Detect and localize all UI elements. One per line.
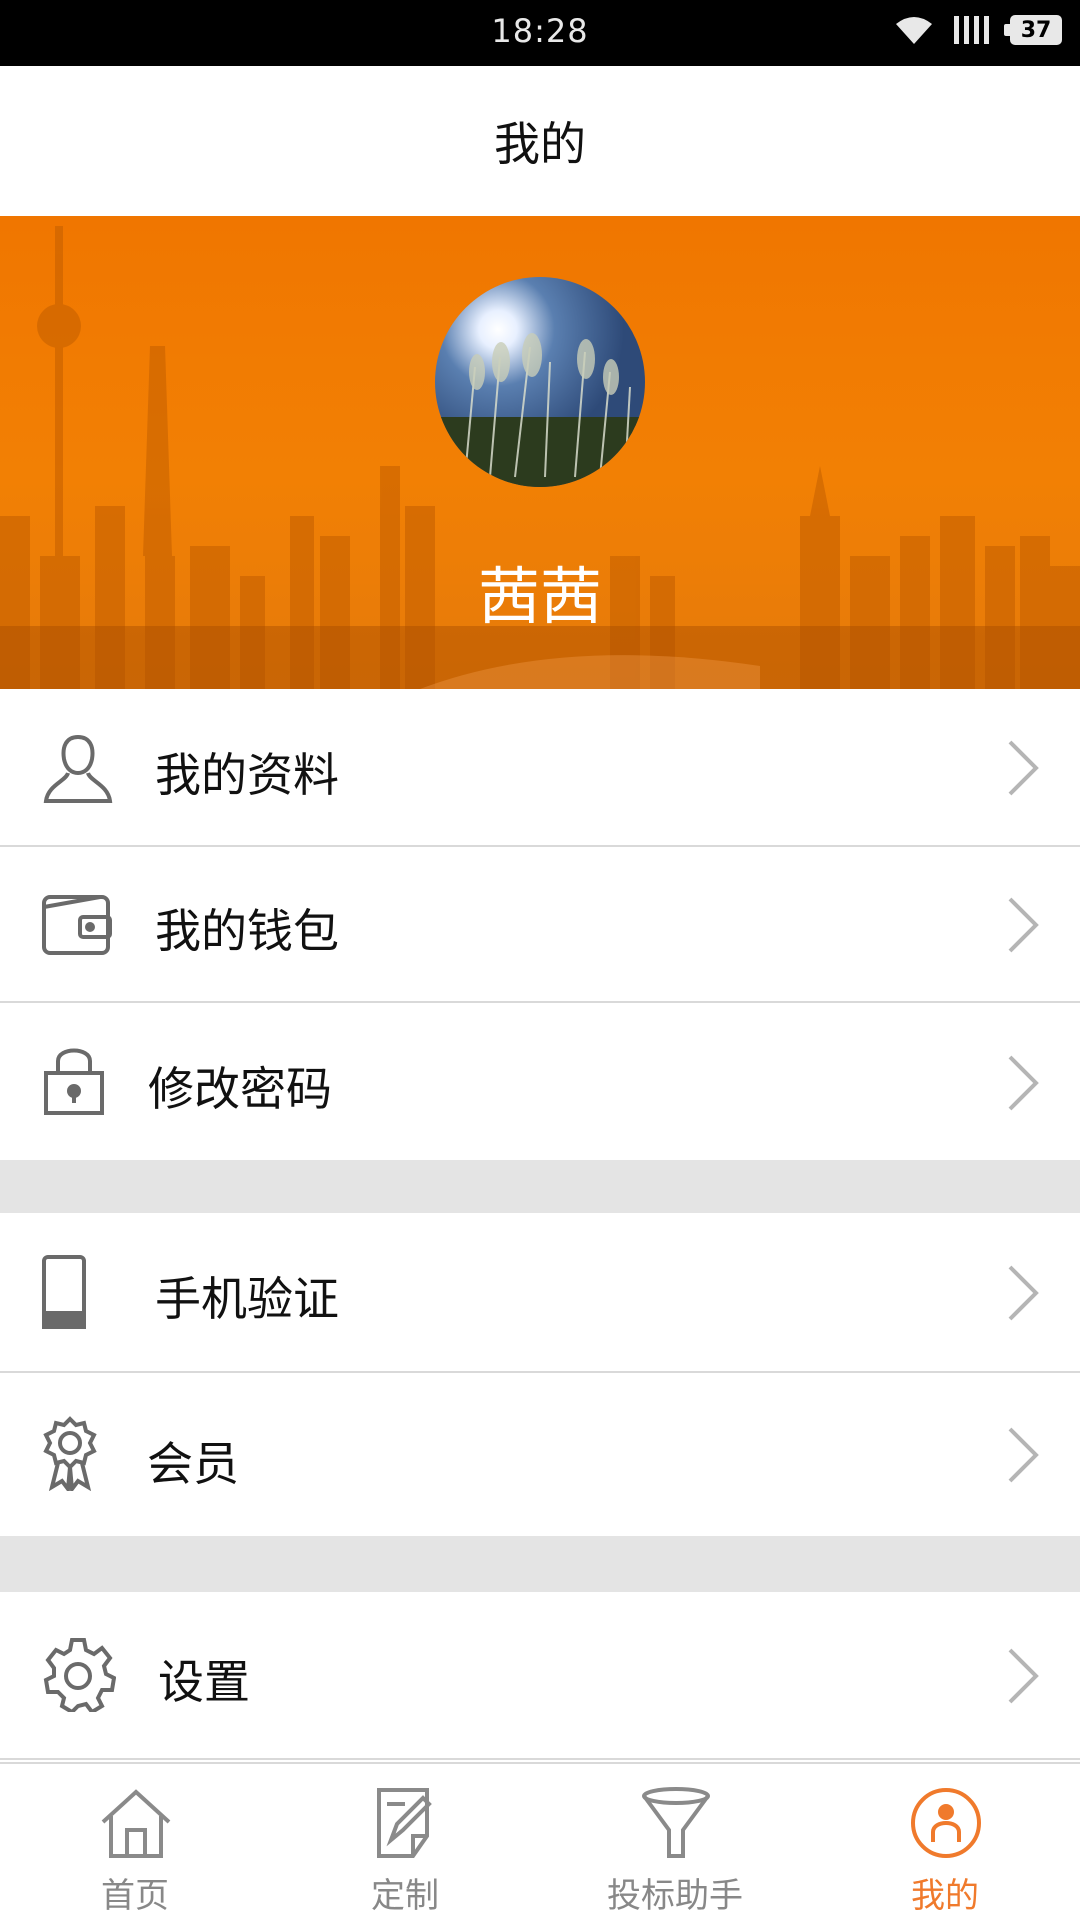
profile-banner: 茜茜 — [0, 216, 1080, 689]
lock-icon — [44, 1048, 104, 1115]
chevron-right-icon — [1008, 1648, 1039, 1704]
menu-item-label: 设置 — [158, 1655, 250, 1709]
tab-label: 我的 — [911, 1876, 979, 1916]
tab-bidding-assistant[interactable]: 投标助手 — [540, 1764, 810, 1922]
tab-label: 投标助手 — [607, 1876, 743, 1916]
signal-icon — [954, 16, 989, 44]
section-divider — [0, 1160, 1080, 1213]
menu-item-label: 我的钱包 — [155, 904, 339, 958]
chevron-right-icon — [1008, 897, 1039, 953]
gear-icon — [43, 1638, 116, 1712]
funnel-icon — [642, 1787, 710, 1858]
username: 茜茜 — [477, 560, 602, 633]
battery-indicator: 37 — [1004, 15, 1062, 45]
home-icon — [101, 1789, 171, 1858]
wifi-icon — [896, 17, 932, 44]
chevron-right-icon — [1008, 1055, 1039, 1111]
chevron-right-icon — [1008, 1427, 1039, 1483]
menu-item-label: 我的资料 — [155, 748, 339, 802]
avatar[interactable] — [435, 277, 645, 487]
status-bar: 18:28 37 — [0, 0, 1080, 66]
menu-item-wallet[interactable]: 我的钱包 — [0, 847, 1080, 1003]
menu-item-change-password[interactable]: 修改密码 — [0, 1003, 1080, 1160]
bottom-tab-bar: 首页 定制 投标助手 我的 — [0, 1762, 1080, 1922]
page-title: 我的 — [494, 117, 586, 171]
tab-label: 定制 — [371, 1876, 439, 1916]
status-icons: 37 — [894, 14, 1062, 46]
user-circle-icon — [911, 1788, 981, 1858]
phone-icon — [42, 1255, 86, 1329]
menu-item-label: 手机验证 — [155, 1272, 339, 1326]
user-icon — [43, 734, 113, 803]
chevron-right-icon — [1008, 1265, 1039, 1321]
avatar-image — [435, 277, 645, 487]
tab-home[interactable]: 首页 — [0, 1764, 270, 1922]
wallet-icon — [42, 895, 112, 955]
menu-item-membership[interactable]: 会员 — [0, 1373, 1080, 1536]
title-bar: 我的 — [0, 66, 1080, 216]
menu-item-label: 修改密码 — [148, 1062, 332, 1116]
menu-item-settings[interactable]: 设置 — [0, 1592, 1080, 1760]
badge-icon — [43, 1416, 97, 1491]
menu-item-profile[interactable]: 我的资料 — [0, 689, 1080, 847]
edit-icon — [377, 1788, 432, 1858]
tab-mine[interactable]: 我的 — [810, 1764, 1080, 1922]
tab-label: 首页 — [101, 1876, 169, 1916]
menu-item-phone-verify[interactable]: 手机验证 — [0, 1213, 1080, 1373]
chevron-right-icon — [1008, 740, 1039, 796]
section-divider — [0, 1536, 1080, 1592]
menu-item-label: 会员 — [147, 1437, 239, 1491]
tab-customize[interactable]: 定制 — [270, 1764, 540, 1922]
